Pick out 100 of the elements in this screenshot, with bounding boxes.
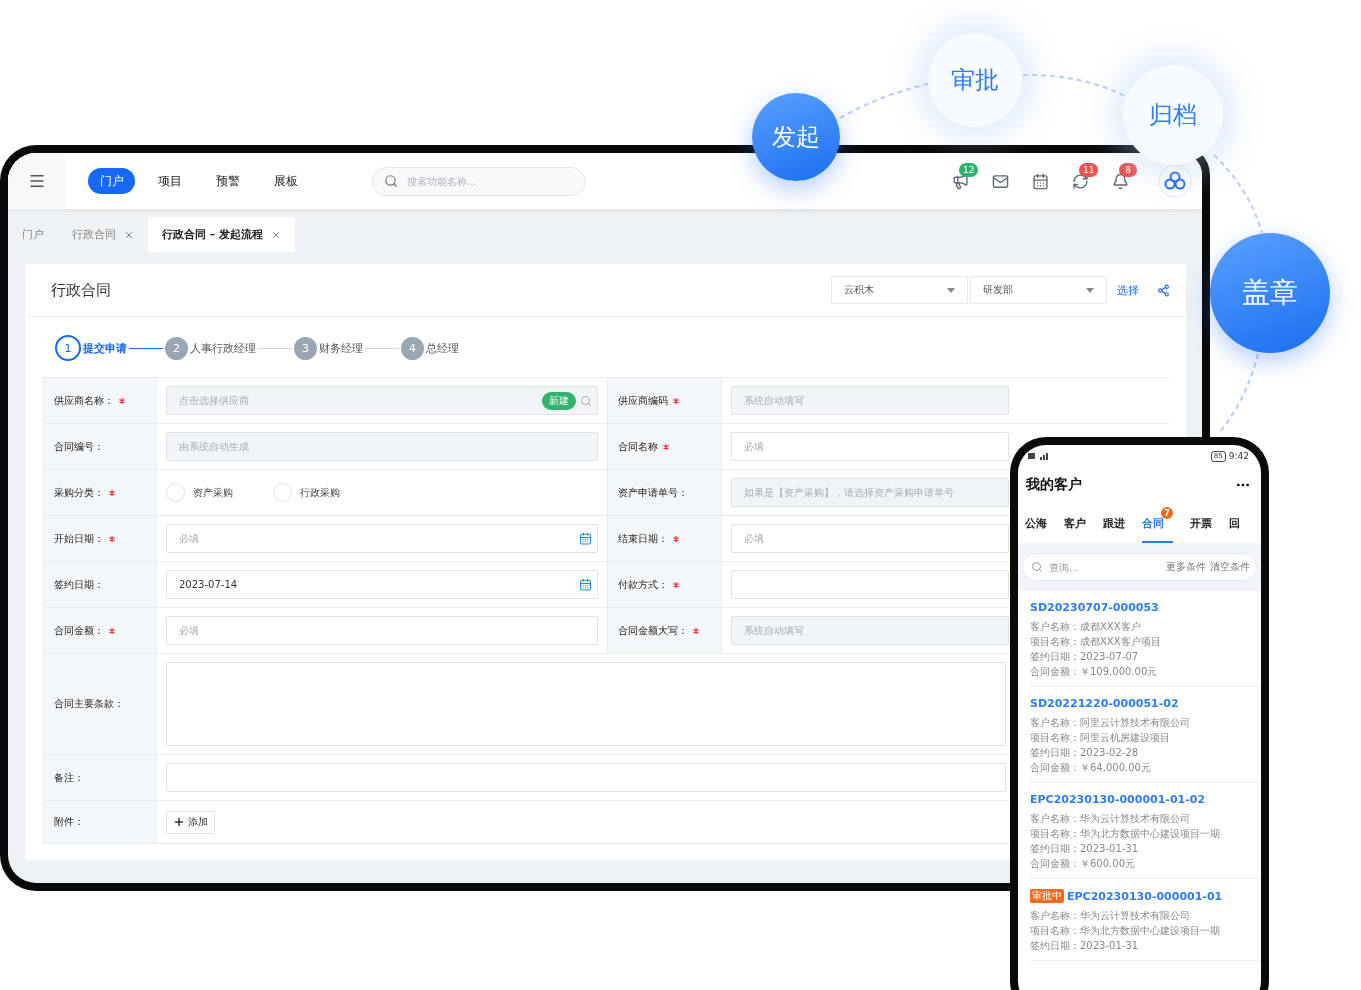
page-tab[interactable]: 行政合同 – 发起流程: [148, 217, 296, 252]
select-link[interactable]: 选择: [1117, 282, 1139, 298]
menu-icon[interactable]: [27, 172, 46, 190]
flow-step-circle: 归档: [1123, 65, 1223, 165]
card-detail: 签约日期：2023-07-07: [1030, 650, 1140, 663]
step-number: 3: [294, 336, 317, 360]
nav-tab[interactable]: 预警: [204, 168, 251, 194]
step-label: 总经理: [426, 340, 459, 356]
nav-tab[interactable]: 项目: [146, 168, 193, 194]
input-field[interactable]: 必填: [731, 524, 1009, 553]
close-icon[interactable]: [271, 229, 282, 240]
card-detail: 签约日期：2023-02-28: [1030, 746, 1140, 759]
field-label: 合同编号：: [54, 439, 104, 454]
required-asterisk-icon: [663, 443, 669, 450]
phone-tab[interactable]: 回: [1229, 503, 1240, 543]
form-title: 行政合同: [51, 280, 111, 300]
count-badge: 8: [1119, 163, 1137, 177]
close-icon[interactable]: [124, 229, 134, 240]
field-label: 供应商编码: [618, 393, 668, 408]
step-number: 2: [165, 336, 188, 360]
share-icon[interactable]: [1157, 283, 1170, 297]
contract-code[interactable]: SD20221220-000051-02: [1030, 697, 1179, 710]
input-field[interactable]: [166, 763, 1006, 792]
plus-icon: [173, 816, 185, 828]
card-detail: 客户名称：华为云计算技术有限公司: [1030, 909, 1191, 922]
input-field[interactable]: [731, 570, 1009, 599]
add-button[interactable]: 添加: [166, 810, 215, 834]
calendar-icon[interactable]: [1031, 172, 1049, 190]
required-asterisk-icon: [109, 535, 115, 542]
search-field[interactable]: 查询... 更多条件 清空条件: [1022, 553, 1257, 581]
radio-label: 行政采购: [300, 485, 340, 500]
radio-label: 资产采购: [193, 485, 233, 500]
step-label: 财务经理: [319, 340, 363, 356]
field-label: 合同名称: [618, 439, 658, 454]
required-asterisk-icon: [673, 535, 679, 542]
card-detail: 客户名称：华为云计算技术有限公司: [1030, 812, 1191, 825]
card-detail: 合同金额：￥600.00元: [1030, 857, 1136, 870]
caret-icon: [947, 287, 955, 293]
search-field[interactable]: 搜索功能名称...: [372, 166, 586, 196]
step-label: 提交申请: [83, 340, 127, 356]
card-detail: 项目名称：阿里云机房建设项目: [1030, 731, 1171, 744]
search-icon[interactable]: [1031, 561, 1043, 573]
card-detail: 项目名称：成都XXX客户项目: [1030, 635, 1162, 648]
required-asterisk-icon: [109, 489, 115, 496]
count-badge: 12: [959, 163, 979, 177]
date-field[interactable]: 2023-07-14: [166, 570, 598, 599]
phone-tab[interactable]: 开票: [1190, 503, 1212, 543]
step-number: 1: [55, 335, 81, 361]
field-label: 供应商名称：: [54, 393, 114, 408]
field-label: 合同主要条款：: [54, 697, 124, 711]
textarea-field[interactable]: [166, 662, 1006, 746]
search-icon[interactable]: [384, 173, 398, 188]
bell-icon[interactable]: [1111, 172, 1129, 190]
screen-title: 我的客户: [1026, 476, 1082, 494]
card-detail: 项目名称：华为北方数据中心建设项目一期: [1030, 827, 1221, 840]
cloud-logo-icon[interactable]: [1158, 164, 1192, 198]
card-detail: 客户名称：阿里云计算技术有限公司: [1030, 716, 1191, 729]
field-label: 结束日期：: [618, 531, 668, 546]
select-dropdown[interactable]: 云积木: [831, 276, 968, 304]
required-asterisk-icon: [109, 627, 115, 634]
phone-tab[interactable]: 公海: [1025, 503, 1047, 543]
nav-tab[interactable]: 门户: [88, 168, 135, 194]
status-time: 9:42: [1228, 451, 1249, 461]
required-asterisk-icon: [693, 627, 699, 634]
count-badge: 11: [1079, 163, 1099, 177]
calendar-icon[interactable]: [579, 532, 592, 545]
input-field[interactable]: 由系统自动生成: [166, 432, 598, 461]
card-detail: 合同金额：￥109,000.00元: [1030, 665, 1159, 678]
calendar-icon[interactable]: [579, 578, 592, 591]
count-badge: 7: [1161, 507, 1173, 519]
step-label: 人事行政经理: [190, 340, 256, 356]
filter-link[interactable]: 更多条件: [1166, 560, 1206, 574]
field-label: 付款方式：: [618, 577, 668, 592]
flow-step-circle: 审批: [928, 33, 1022, 127]
field-label: 附件：: [54, 815, 84, 829]
card-detail: 项目名称：华为北方数据中心建设项目一期: [1030, 924, 1221, 937]
card-detail: 签约日期：2023-01-31: [1030, 939, 1140, 952]
filter-link[interactable]: 清空条件: [1210, 560, 1250, 574]
status-tag: 审批中: [1030, 889, 1064, 903]
field-label: 资产申请单号：: [618, 485, 688, 500]
contract-code[interactable]: SD20230707-000053: [1030, 601, 1159, 614]
field-label: 合同金额大写：: [618, 623, 688, 638]
required-asterisk-icon: [119, 397, 125, 404]
step-number: 4: [401, 336, 424, 360]
phone-tab[interactable]: 合同 7: [1142, 503, 1173, 543]
nav-tab[interactable]: 展板: [262, 168, 309, 194]
contract-code[interactable]: EPC20230130-000001-01: [1067, 889, 1223, 903]
date-field[interactable]: 必填: [166, 524, 598, 553]
mail-icon[interactable]: [991, 172, 1009, 190]
input-field[interactable]: 必填: [166, 616, 598, 645]
flow-step-circle: 发起: [752, 93, 840, 181]
flow-step-circle: 盖章: [1210, 233, 1330, 353]
caret-icon: [1086, 287, 1094, 293]
phone-tab[interactable]: 客户: [1064, 503, 1086, 543]
contract-code[interactable]: EPC20230130-000001-01-02: [1030, 793, 1206, 806]
input-field[interactable]: 如果是【资产采购】，请选择资产采购申请单号: [731, 478, 1009, 507]
phone-tab[interactable]: 跟进: [1103, 503, 1125, 543]
select-dropdown[interactable]: 研发部: [970, 276, 1107, 304]
field-label: 备注：: [54, 770, 84, 785]
input-field[interactable]: 必填: [731, 432, 1009, 461]
